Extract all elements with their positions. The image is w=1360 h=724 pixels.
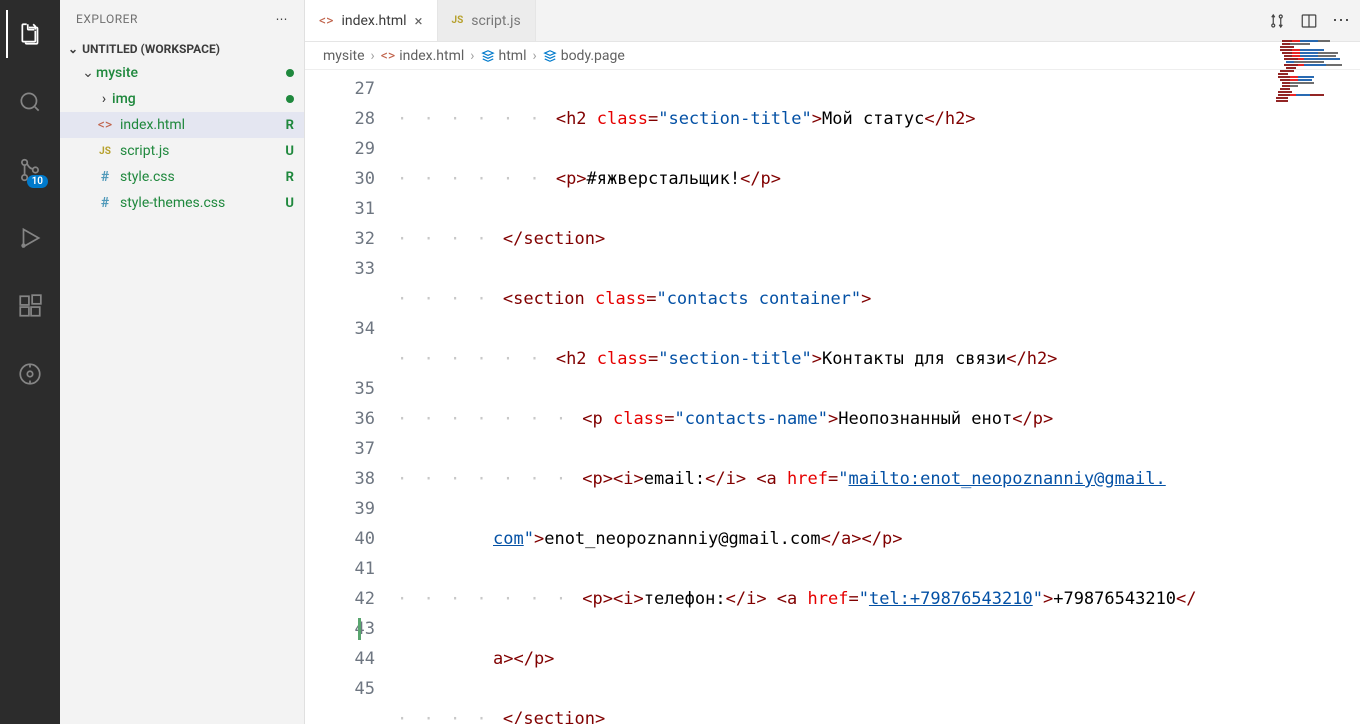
chevron-right-icon: › <box>96 91 112 107</box>
workspace-header[interactable]: ⌄ UNTITLED (WORKSPACE) <box>60 38 304 60</box>
file-label: index.html <box>120 117 286 133</box>
workspace-label: UNTITLED (WORKSPACE) <box>82 42 220 56</box>
sidebar-more-icon[interactable]: ⋯ <box>276 12 289 26</box>
file-label: style.css <box>120 169 286 185</box>
git-status: R <box>286 118 294 133</box>
folder-label: img <box>112 91 286 107</box>
code-editor[interactable]: 27 28 29 30 31 32 33 . 34 . 35 36 37 38 … <box>305 70 1360 724</box>
sidebar-title: EXPLORER <box>76 12 138 26</box>
file-label: style-themes.css <box>120 195 285 211</box>
symbol-icon <box>481 49 495 63</box>
close-icon[interactable]: × <box>415 12 423 30</box>
folder-label: mysite <box>96 65 286 81</box>
git-status: R <box>286 170 294 185</box>
breadcrumb-file[interactable]: <> index.html <box>381 48 465 64</box>
js-file-icon: JS <box>96 146 114 157</box>
chevron-right-icon: › <box>532 48 536 64</box>
breadcrumb-folder[interactable]: mysite <box>323 48 365 64</box>
git-status: U <box>285 144 294 159</box>
file-script-js[interactable]: JS script.js U <box>60 138 304 164</box>
debug-icon[interactable] <box>6 214 54 262</box>
chevron-down-icon: ⌄ <box>80 65 96 81</box>
chevron-right-icon: › <box>470 48 474 64</box>
explorer-sidebar: EXPLORER ⋯ ⌄ UNTITLED (WORKSPACE) ⌄ mysi… <box>60 0 305 724</box>
git-changes-dot-icon <box>286 69 294 77</box>
breadcrumb: mysite › <> index.html › html › body.pag… <box>305 42 1360 70</box>
timeline-icon[interactable] <box>6 350 54 398</box>
chevron-right-icon: › <box>371 48 375 64</box>
html-file-icon: <> <box>319 13 333 29</box>
folder-mysite[interactable]: ⌄ mysite <box>60 60 304 86</box>
html-file-icon: <> <box>381 48 395 64</box>
file-style-css[interactable]: # style.css R <box>60 164 304 190</box>
file-tree: ⌄ mysite › img <> index.html R JS script… <box>60 60 304 216</box>
git-changes-dot-icon <box>286 95 294 103</box>
file-index-html[interactable]: <> index.html R <box>60 112 304 138</box>
css-file-icon: # <box>96 195 114 211</box>
activity-bar: 10 <box>0 0 60 724</box>
breadcrumb-html[interactable]: html <box>481 48 527 64</box>
tab-actions: ⋯ <box>1268 0 1360 41</box>
folder-img[interactable]: › img <box>60 86 304 112</box>
line-gutter: 27 28 29 30 31 32 33 . 34 . 35 36 37 38 … <box>305 70 397 724</box>
tab-label: index.html <box>341 13 406 29</box>
file-label: script.js <box>120 143 285 159</box>
source-control-icon[interactable]: 10 <box>6 146 54 194</box>
tab-index-html[interactable]: <> index.html × <box>305 0 438 41</box>
breadcrumb-body[interactable]: body.page <box>543 48 625 64</box>
git-status: U <box>285 196 294 211</box>
more-icon[interactable]: ⋯ <box>1332 10 1350 31</box>
tab-bar: <> index.html × JS script.js ⋯ <box>305 0 1360 42</box>
symbol-icon <box>543 49 557 63</box>
editor-group: <> index.html × JS script.js ⋯ mysite › … <box>305 0 1360 724</box>
file-style-themes-css[interactable]: # style-themes.css U <box>60 190 304 216</box>
code-area[interactable]: <h2 class="section-title">Мой статус</h2… <box>397 70 1360 724</box>
extensions-icon[interactable] <box>6 282 54 330</box>
explorer-icon[interactable] <box>6 10 54 58</box>
compare-changes-icon[interactable] <box>1268 12 1286 30</box>
search-icon[interactable] <box>6 78 54 126</box>
html-file-icon: <> <box>96 117 114 133</box>
tab-script-js[interactable]: JS script.js <box>438 0 536 41</box>
css-file-icon: # <box>96 169 114 185</box>
tab-label: script.js <box>471 13 520 29</box>
chevron-down-icon: ⌄ <box>68 42 78 56</box>
js-file-icon: JS <box>452 15 464 26</box>
scm-badge: 10 <box>27 175 48 188</box>
split-editor-icon[interactable] <box>1300 12 1318 30</box>
